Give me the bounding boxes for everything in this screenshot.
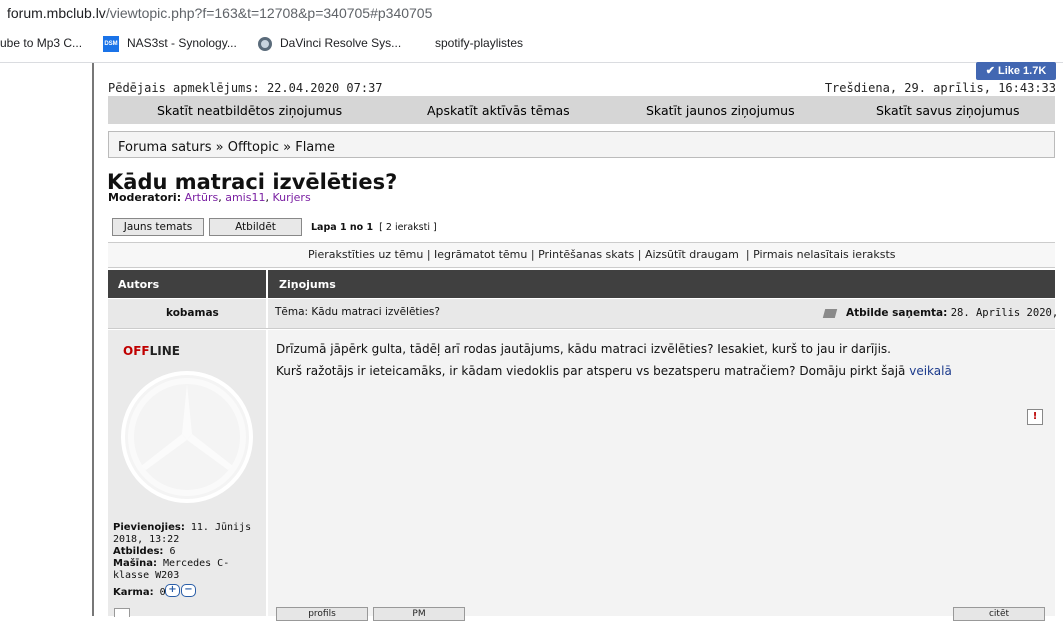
posts-table-header: Autors Ziņojums [108,270,1055,298]
offline-status: OFFLINE [123,344,180,358]
nav-own-posts[interactable]: Skatīt savus ziņojumus [876,103,1019,118]
address-bar[interactable]: forum.mbclub.lv/viewtopic.php?f=163&t=12… [0,0,1063,26]
bookmarks-bar: ube to Mp3 C... DSM NAS3st - Synology... … [0,26,1063,63]
bookmark-nas3st[interactable]: DSM NAS3st - Synology... [103,36,237,52]
dsm-icon: DSM [103,36,119,52]
header-divider [266,270,268,298]
post-date: Atbilde saņemta: 28. Aprīlis 2020, 10:42 [846,307,1063,319]
report-post-icon[interactable]: ! [1027,409,1043,425]
column-divider [266,299,268,328]
pagination: Lapa 1 no 1 [ 2 ieraksti ] [311,222,437,233]
bookmark-youtube-mp3[interactable]: ube to Mp3 C... [0,36,82,50]
moderator-link[interactable]: Artūrs [185,191,219,204]
bookmark-spotify-playlistes[interactable]: spotify-playlistes [435,36,523,50]
replies-info: Atbildes: 6 [113,546,176,557]
post-profile: OFFLINE Pievienojies: 11. Jūnijs 2018, 1… [108,330,267,617]
karma-info: Karma: 0 [113,587,166,598]
davinci-icon [258,36,272,51]
new-topic-button[interactable]: Jauns temats [112,218,204,236]
subscribe-link[interactable]: Pierakstīties uz tēmu [308,248,423,261]
mercedes-star-avatar [121,371,253,503]
post-body: Drīzumā jāpērk gulta, tādēļ arī rodas ja… [268,330,1055,616]
bookmark-link[interactable]: Iegrāmatot tēmu [434,248,527,261]
facebook-like-button[interactable]: ✔ Like 1.7K [976,62,1056,80]
breadcrumb-forum-index[interactable]: Foruma saturs [118,140,212,155]
karma-plus-button[interactable]: + [165,584,180,597]
quote-button[interactable]: citēt [953,607,1045,621]
nav-new-posts[interactable]: Skatīt jaunos ziņojumus [646,103,795,118]
karma-minus-button[interactable]: − [181,584,196,597]
moderators: Moderatori: Artūrs, amis11, Kurjers [108,191,311,204]
page-left-margin [0,63,94,616]
post-header-row: kobamas Tēma: Kādu matraci izvēlēties? A… [108,299,1063,329]
post-text-line-2: Kurš ražotājs ir ieteicamāks, ir kādam v… [276,364,952,378]
reply-button[interactable]: Atbildēt [209,218,302,236]
first-unread-link[interactable]: Pirmais nelasītais ieraksts [753,248,895,261]
topic-actions-bar: Pierakstīties uz tēmu | Iegrāmatot tēmu … [108,242,1055,268]
nav-unanswered[interactable]: Skatīt neatbildētos ziņojumus [157,103,342,118]
print-view-link[interactable]: Printēšanas skats [538,248,634,261]
moderator-link[interactable]: amis11 [225,191,265,204]
forum-nav-bar: Skatīt neatbildētos ziņojumus Apskatīt a… [108,96,1055,124]
url-text[interactable]: forum.mbclub.lv/viewtopic.php?f=163&t=12… [7,5,432,21]
nav-active-topics[interactable]: Apskatīt aktīvās tēmas [427,103,570,118]
joined-info: Pievienojies: 11. Jūnijs 2018, 13:22 [113,522,252,545]
profile-button[interactable]: profils [276,607,368,621]
post-author[interactable]: kobamas [166,307,219,319]
post-text-line-1: Drīzumā jāpērk gulta, tādēļ arī rodas ja… [276,342,891,356]
check-icon: ✔ [985,65,998,77]
post-icon[interactable] [822,309,838,318]
col-message: Ziņojums [279,278,336,291]
breadcrumb-offtopic[interactable]: Offtopic [228,140,279,155]
pm-button[interactable]: PM [373,607,465,621]
col-author: Autors [118,278,160,291]
shop-link[interactable]: veikalā [909,364,952,378]
current-datetime: Trešdiena, 29. aprīlis, 16:43:33 [824,81,1056,95]
bookmark-davinci[interactable]: DaVinci Resolve Sys... [258,36,401,51]
breadcrumb: Foruma saturs » Offtopic » Flame [108,131,1055,158]
post-subject: Tēma: Kādu matraci izvēlēties? [275,306,440,318]
email-friend-link[interactable]: Aizsūtīt draugam [645,248,739,261]
last-visit: Pēdējais apmeklējums: 22.04.2020 07:37 [108,81,383,95]
breadcrumb-flame[interactable]: Flame [295,140,335,155]
car-info: Mašīna: Mercedes C-klasse W203 [113,558,230,581]
moderator-link[interactable]: Kurjers [272,191,310,204]
